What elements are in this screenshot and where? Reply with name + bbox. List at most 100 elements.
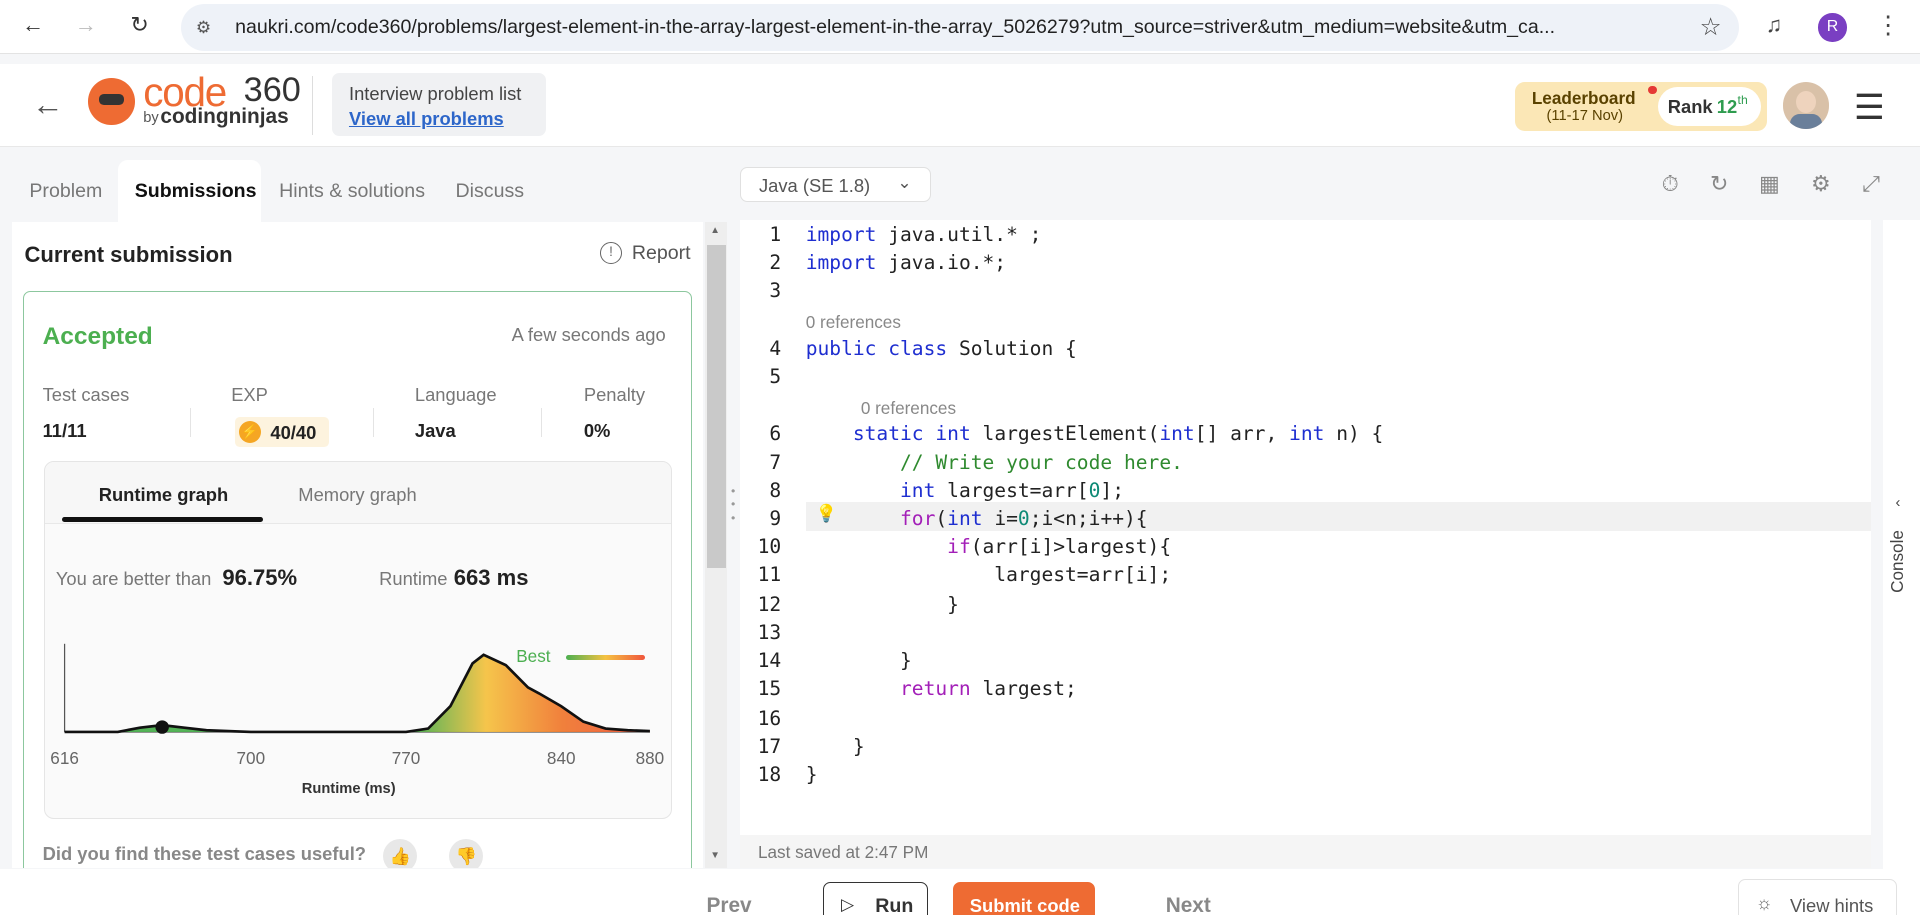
thumbs-up-icon[interactable]: 👍 (383, 838, 418, 869)
code-line[interactable]: for(int i=0;i<n;i++){ (806, 507, 1148, 530)
tab-memory-graph[interactable]: Memory graph (298, 484, 416, 506)
back-arrow-icon[interactable]: ← (18, 12, 47, 38)
code-line[interactable]: int largest=arr[0]; (806, 479, 1124, 502)
rank-value: 12 (1716, 95, 1738, 117)
test-cases-label: Test cases (42, 384, 130, 406)
leaderboard-dates: (11-17 Nov) (1546, 107, 1623, 124)
rank-suffix: th (1737, 93, 1748, 108)
scrollbar-thumb[interactable] (706, 244, 727, 569)
code-line[interactable]: largest=arr[i]; (806, 563, 1171, 586)
profile-avatar[interactable]: R (1818, 13, 1847, 42)
logo-icon[interactable] (88, 78, 135, 125)
x-tick-label: 840 (547, 748, 576, 768)
submission-panel: Current submission ! Report Accepted A f… (12, 221, 703, 869)
x-tick-label: 700 (236, 748, 265, 768)
run-label: Run (875, 894, 914, 915)
code-line[interactable]: import java.util.* ; (806, 223, 1042, 246)
lightning-icon: ⚡ (238, 420, 261, 443)
runtime-label: Runtime (379, 567, 448, 589)
report-icon[interactable]: ! (599, 242, 623, 265)
x-tick-label: 770 (392, 748, 421, 768)
reset-code-icon[interactable]: ↻ (1706, 171, 1733, 198)
penalty-label: Penalty (583, 384, 646, 406)
codelens-references[interactable]: 0 references (806, 312, 901, 333)
logo-brand-text: codingninjas (160, 105, 289, 129)
scroll-up-icon[interactable]: ▲ (710, 225, 720, 236)
x-tick-label: 880 (635, 748, 664, 768)
better-than-label: You are better than (55, 567, 212, 589)
submission-card: Accepted A few seconds ago Test cases 11… (23, 291, 692, 869)
next-button[interactable]: Next (1166, 894, 1211, 915)
resize-handle-icon[interactable]: • • • (731, 484, 735, 525)
penalty-value: 0% (583, 419, 611, 441)
code-line[interactable]: } (806, 763, 818, 786)
leaderboard-label: Leaderboard (1531, 88, 1636, 109)
back-arrow-icon[interactable]: ← (32, 86, 64, 123)
code-line[interactable]: } (806, 593, 959, 616)
url-text: naukri.com/code360/problems/largest-elem… (235, 15, 1556, 38)
better-than-value: 96.75% (222, 565, 298, 591)
bookmark-star-icon[interactable]: ☆ (1700, 12, 1722, 42)
user-avatar[interactable] (1782, 82, 1830, 129)
reload-icon[interactable]: ↻ (125, 12, 154, 38)
code-line[interactable]: import java.io.*; (806, 251, 1006, 274)
language-value: Java (414, 419, 456, 441)
rank-badge[interactable]: Rank 12 th (1657, 86, 1761, 127)
bottom-action-bar: Prev ▷ Run Submit code Next ☼ View hints (0, 869, 1920, 915)
console-label[interactable]: Console (1887, 530, 1908, 593)
tab-hints[interactable]: Hints & solutions (279, 180, 425, 203)
thumbs-down-icon[interactable]: 👎 (449, 838, 484, 869)
divider (540, 407, 543, 437)
tab-discuss[interactable]: Discuss (456, 180, 525, 203)
media-control-icon[interactable]: ♫ (1766, 12, 1783, 38)
site-settings-icon[interactable]: ⚙ (196, 17, 211, 38)
language-label: Language (414, 384, 497, 406)
submit-button[interactable]: Submit code (952, 881, 1095, 915)
language-select-value: Java (SE 1.8) (758, 174, 871, 196)
layout-icon[interactable]: ▦ (1756, 171, 1783, 198)
view-all-problems-link[interactable]: View all problems (349, 108, 504, 130)
save-status-bar: Last saved at 2:47 PM (739, 835, 1872, 869)
scroll-down-icon[interactable]: ▼ (710, 850, 720, 861)
timer-icon[interactable]: ⏱ (1657, 171, 1684, 198)
console-toggle[interactable]: ‹ Console (1883, 220, 1920, 870)
chevron-left-icon[interactable]: ‹ (1896, 495, 1901, 511)
prev-button[interactable]: Prev (707, 894, 752, 915)
hamburger-menu-icon[interactable]: ☰ (1854, 88, 1885, 128)
submit-label: Submit code (969, 895, 1080, 915)
view-hints-button[interactable]: ☼ View hints (1737, 879, 1897, 915)
notification-dot (1648, 85, 1657, 95)
x-axis-label: Runtime (ms) (302, 781, 396, 797)
play-icon: ▷ (841, 893, 855, 914)
logo-by-text: by (143, 110, 159, 127)
code-line[interactable]: // Write your code here. (806, 451, 1183, 474)
language-select[interactable]: Java (SE 1.8) ⌄ (739, 166, 931, 203)
code-line[interactable]: } (806, 649, 912, 672)
code-line[interactable]: if(arr[i]>largest){ (806, 535, 1171, 558)
browser-toolbar: ← → ↻ ⚙ naukri.com/code360/problems/larg… (0, 0, 1920, 54)
test-cases-value: 11/11 (42, 419, 87, 441)
browser-menu-icon[interactable]: ⋮ (1876, 10, 1900, 40)
report-button[interactable]: Report (632, 242, 691, 265)
code-line[interactable]: static int largestElement(int[] arr, int… (806, 422, 1383, 445)
tab-problem[interactable]: Problem (29, 180, 102, 203)
view-hints-label: View hints (1789, 894, 1874, 915)
codelens-references[interactable]: 0 references (861, 398, 956, 419)
settings-gear-icon[interactable]: ⚙ (1807, 171, 1834, 198)
run-button[interactable]: ▷ Run (822, 881, 929, 915)
exp-badge: ⚡ 40/40 (234, 417, 330, 447)
fullscreen-icon[interactable]: ⤢ (1858, 171, 1885, 198)
code-line[interactable]: public class Solution { (806, 337, 1077, 360)
address-bar[interactable]: ⚙ naukri.com/code360/problems/largest-el… (181, 3, 1739, 52)
code-line[interactable]: return largest; (806, 677, 1077, 700)
lightbulb-icon[interactable]: 💡 (816, 504, 837, 524)
tab-submissions[interactable]: Submissions (135, 180, 257, 203)
forward-arrow-icon[interactable]: → (71, 12, 100, 38)
tab-runtime-graph[interactable]: Runtime graph (99, 484, 229, 506)
problem-list-box: Interview problem list View all problems (331, 73, 547, 136)
code-line[interactable]: } (806, 735, 865, 758)
feedback-question: Did you find these test cases useful? (42, 843, 367, 865)
runtime-area (64, 654, 650, 732)
code-editor[interactable]: 1 import java.util.* ; 2 import java.io.*;… (739, 220, 1872, 836)
logo-360-text: 360 (243, 71, 301, 110)
